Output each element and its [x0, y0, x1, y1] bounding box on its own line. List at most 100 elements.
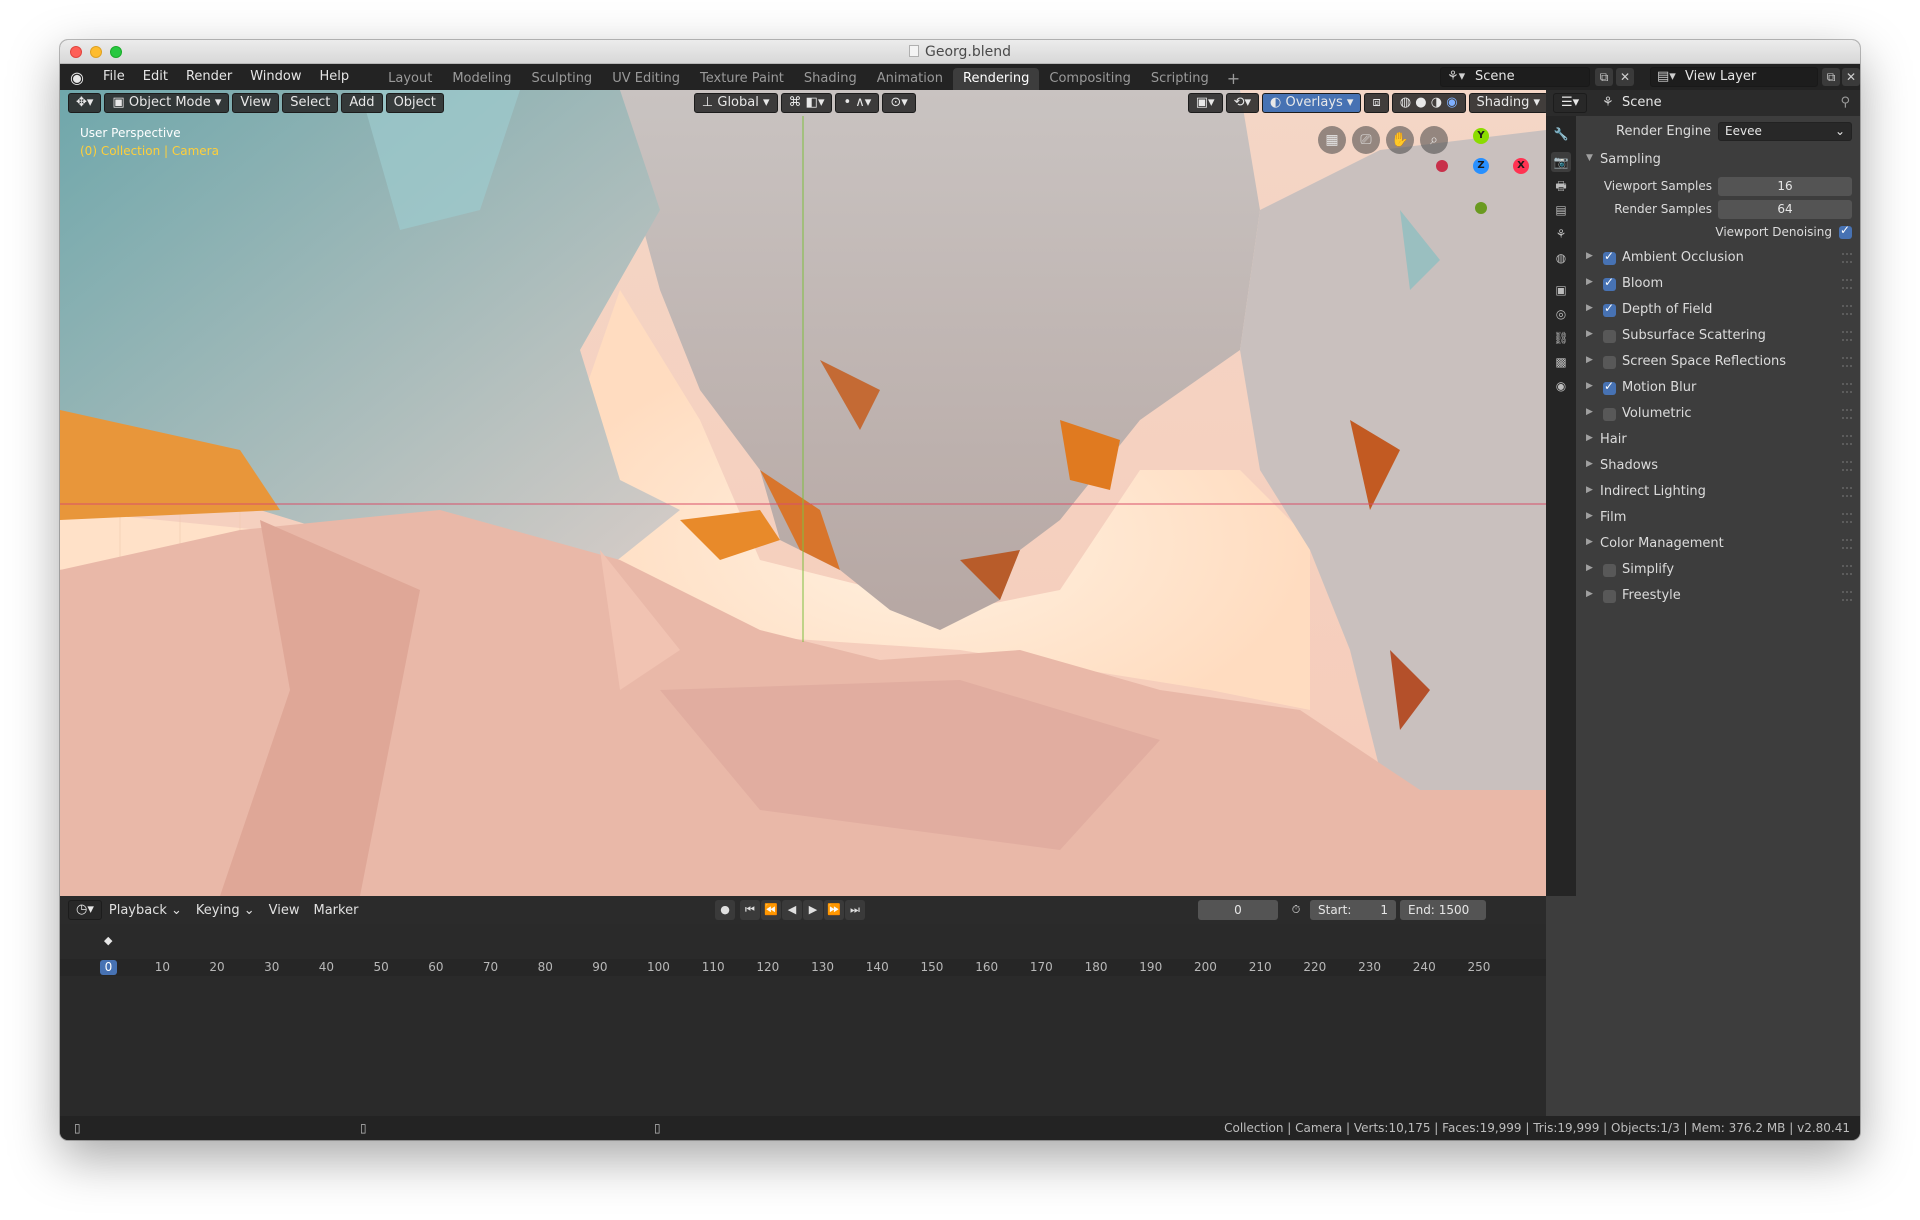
frame-ruler[interactable]: 0 10 20 30 40 50 60 70 80 90 100 110 120 130 140 150 160… [60, 959, 1546, 976]
maximize-window-button[interactable] [110, 46, 122, 58]
panel-hair[interactable]: ▶ Hair [1576, 430, 1860, 451]
overlays-button[interactable]: ◐ Overlays ▾ [1261, 93, 1362, 113]
toggle-camera-view-grid-icon[interactable]: ▦ [1318, 126, 1346, 154]
add-workspace-button[interactable]: + [1219, 68, 1248, 90]
tab-layout[interactable]: Layout [378, 68, 442, 90]
keyframe-icon[interactable]: ◆ [104, 934, 112, 947]
play-reverse-button[interactable]: ◀ [782, 900, 802, 920]
tab-rendering[interactable]: Rendering [953, 68, 1040, 90]
xray-button[interactable]: ⧈ [1364, 93, 1389, 113]
menu-render[interactable]: Render [177, 64, 241, 90]
menu-select[interactable]: Select [282, 93, 339, 113]
tab-texture-paint[interactable]: Texture Paint [690, 68, 794, 90]
snap-button[interactable]: • ∧▾ [835, 93, 880, 113]
drag-grip-icon[interactable] [1842, 513, 1852, 523]
panel-enable-checkbox[interactable] [1603, 564, 1616, 577]
pin-icon[interactable]: ⚲ [1840, 95, 1850, 110]
minimize-window-button[interactable] [90, 46, 102, 58]
menu-marker[interactable]: Marker [306, 903, 365, 918]
drag-grip-icon[interactable] [1842, 591, 1852, 601]
axis-neg-y-gizmo[interactable] [1475, 202, 1487, 214]
axis-z-gizmo[interactable]: Z [1473, 158, 1489, 174]
drag-grip-icon[interactable] [1842, 435, 1852, 445]
panel-enable-checkbox[interactable] [1603, 356, 1616, 369]
3d-viewport[interactable]: ✥▾ ▣ Object Mode ▾ View Select Add Objec… [60, 90, 1546, 896]
play-button[interactable]: ▶ [803, 900, 823, 920]
panel-enable-checkbox[interactable] [1603, 275, 1616, 291]
blender-logo-icon[interactable]: ◉ [60, 64, 94, 90]
view-object-types-button[interactable]: ▣▾ [1187, 93, 1223, 113]
stopwatch-icon[interactable]: ⏱ [1286, 900, 1306, 920]
tab-shading[interactable]: Shading [794, 68, 867, 90]
viewport-denoising-checkbox[interactable] [1839, 223, 1852, 239]
object-properties-icon[interactable]: ▣ [1551, 280, 1571, 300]
shading-modes[interactable]: ◍ ● ◑ ◉ [1391, 93, 1466, 113]
output-properties-icon[interactable]: 🖶 [1551, 176, 1571, 196]
panel-ambient-occlusion[interactable]: ▶ Ambient Occlusion [1576, 248, 1860, 269]
axis-neg-x-gizmo[interactable] [1436, 160, 1448, 172]
render-samples-field[interactable]: 64 [1718, 200, 1852, 219]
panel-depth-of-field[interactable]: ▶ Depth of Field [1576, 300, 1860, 321]
menu-window[interactable]: Window [241, 64, 310, 90]
new-view-layer-button[interactable]: ⧉ [1822, 68, 1840, 86]
panel-screen-space-reflections[interactable]: ▶ Screen Space Reflections [1576, 352, 1860, 373]
panel-color-management[interactable]: ▶ Color Management [1576, 534, 1860, 555]
jump-keyframe-forward-button[interactable]: ⏩ [824, 900, 844, 920]
axis-x-gizmo[interactable]: X [1513, 158, 1529, 174]
start-frame-field[interactable]: Start: 1 [1310, 900, 1396, 920]
render-properties-icon[interactable]: 📷 [1551, 152, 1571, 172]
panel-enable-checkbox[interactable] [1603, 408, 1616, 421]
drag-grip-icon[interactable] [1842, 409, 1852, 419]
jump-end-button[interactable]: ⏭ [845, 900, 865, 920]
proportional-editing-button[interactable]: ⊙▾ [882, 93, 916, 113]
panel-volumetric[interactable]: ▶ Volumetric [1576, 404, 1860, 425]
menu-add[interactable]: Add [341, 93, 383, 113]
tab-animation[interactable]: Animation [867, 68, 953, 90]
close-window-button[interactable] [70, 46, 82, 58]
new-scene-button[interactable]: ⧉ [1595, 68, 1613, 86]
gizmo-toggle-button[interactable]: ⟲▾ [1225, 93, 1259, 113]
drag-grip-icon[interactable] [1842, 383, 1852, 393]
properties-editor-type-button[interactable]: ☰▾ [1553, 93, 1588, 113]
render-engine-dropdown[interactable]: Eevee ⌄ [1718, 122, 1852, 141]
drag-grip-icon[interactable] [1842, 279, 1852, 289]
timeline-editor-type-button[interactable]: ◷▾ [68, 900, 102, 920]
panel-subsurface-scattering[interactable]: ▶ Subsurface Scattering [1576, 326, 1860, 347]
data-properties-icon[interactable]: ▩ [1551, 352, 1571, 372]
menu-playback[interactable]: Playback ⌄ [102, 903, 189, 918]
jump-keyframe-back-button[interactable]: ⏪ [761, 900, 781, 920]
editor-type-button[interactable]: ✥▾ [68, 93, 102, 113]
menu-file[interactable]: File [94, 64, 134, 90]
panel-motion-blur[interactable]: ▶ Motion Blur [1576, 378, 1860, 399]
menu-help[interactable]: Help [311, 64, 359, 90]
remove-view-layer-button[interactable]: ✕ [1842, 68, 1860, 86]
zoom-icon[interactable]: ⌕ [1420, 126, 1448, 154]
panel-shadows[interactable]: ▶ Shadows [1576, 456, 1860, 477]
transform-orientation-dropdown[interactable]: ⊥ Global ▾ [693, 93, 778, 113]
drag-grip-icon[interactable] [1842, 487, 1852, 497]
view-layer-selector[interactable]: ▤▾ View Layer [1650, 67, 1818, 87]
panel-bloom[interactable]: ▶ Bloom [1576, 274, 1860, 295]
end-frame-field[interactable]: End: 1500 [1400, 900, 1486, 920]
drag-grip-icon[interactable] [1842, 461, 1852, 471]
constraints-properties-icon[interactable]: ⛓ [1551, 328, 1571, 348]
sampling-panel-header[interactable]: ▼ Sampling [1576, 150, 1860, 171]
pivot-point-button[interactable]: ⌘ ◧▾ [780, 93, 833, 113]
tab-uv-editing[interactable]: UV Editing [602, 68, 690, 90]
camera-view-icon[interactable]: ⎚ [1352, 126, 1380, 154]
menu-object[interactable]: Object [385, 93, 444, 113]
view-layer-properties-icon[interactable]: ▤ [1551, 200, 1571, 220]
axis-y-gizmo[interactable]: Y [1473, 128, 1489, 144]
panel-enable-checkbox[interactable] [1603, 330, 1616, 343]
tab-compositing[interactable]: Compositing [1039, 68, 1141, 90]
remove-scene-button[interactable]: ✕ [1616, 68, 1634, 86]
playhead[interactable]: 0 [100, 960, 117, 975]
drag-grip-icon[interactable] [1842, 331, 1852, 341]
panel-indirect-lighting[interactable]: ▶ Indirect Lighting [1576, 482, 1860, 503]
panel-enable-checkbox[interactable] [1603, 590, 1616, 603]
physics-properties-icon[interactable]: ◎ [1551, 304, 1571, 324]
panel-freestyle[interactable]: ▶ Freestyle [1576, 586, 1860, 607]
panel-simplify[interactable]: ▶ Simplify [1576, 560, 1860, 581]
panel-enable-checkbox[interactable] [1603, 379, 1616, 395]
mode-selector[interactable]: ▣ Object Mode ▾ [104, 93, 230, 113]
